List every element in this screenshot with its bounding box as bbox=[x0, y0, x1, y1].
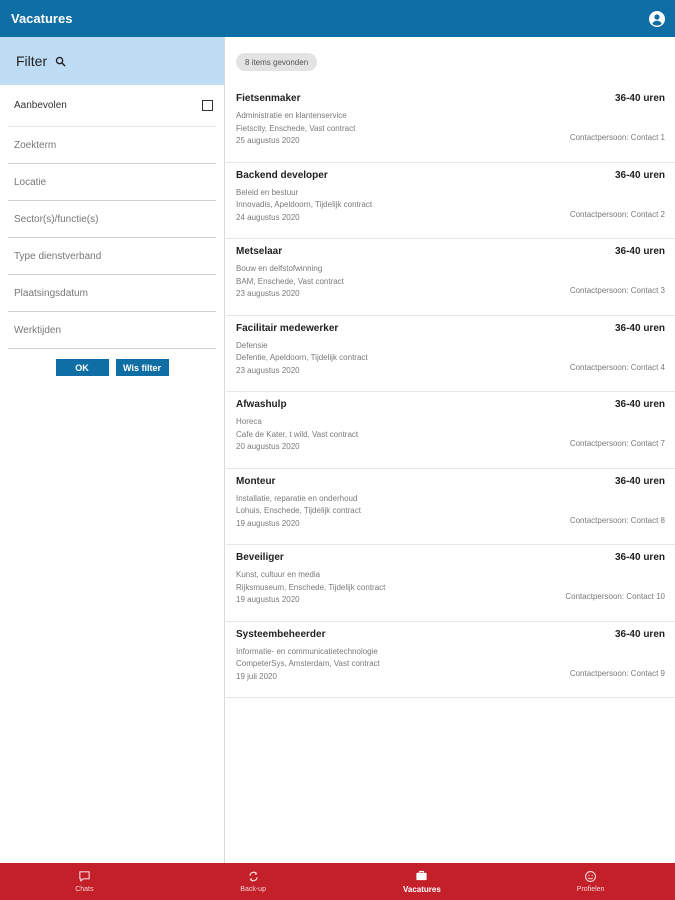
vacancy-hours: 36-40 uren bbox=[614, 552, 665, 563]
search-icon bbox=[55, 56, 66, 67]
tab-bar: Chats Back-up Vacatures Profielen bbox=[0, 863, 675, 900]
placement-date-placeholder: Plaatsingsdatum bbox=[14, 287, 88, 299]
tab-profielen[interactable]: Profielen bbox=[506, 863, 675, 900]
vacancy-title: Fietsenmaker bbox=[236, 93, 301, 104]
vacancy-hours: 36-40 uren bbox=[614, 169, 665, 181]
vacancy-contact: Contactpersoon: Contact 4 bbox=[569, 362, 665, 372]
smiley-icon bbox=[585, 871, 597, 882]
vacancy-hours: 36-40 uren bbox=[614, 628, 665, 640]
vacancy-item[interactable]: Metselaar 36-40 uren Bouw en delfstofwinn… bbox=[226, 239, 675, 316]
vacancy-sector: Beleid en bestuur bbox=[236, 187, 299, 197]
vacancy-title: Afwashulp bbox=[236, 399, 287, 410]
briefcase-icon bbox=[416, 870, 427, 881]
vacancy-contact: Contactpersoon: Contact 3 bbox=[569, 286, 665, 295]
vacancy-item[interactable]: Systeembeheerder 36-40 uren Informatie- e… bbox=[226, 622, 675, 698]
employment-type-placeholder: Type dienstverband bbox=[14, 250, 102, 262]
vacancy-item[interactable]: Fietsenmaker 36-40 uren Administratie en … bbox=[226, 86, 675, 163]
search-term-field[interactable]: Zoekterm bbox=[8, 127, 216, 164]
vacancy-item[interactable]: Facilitair medewerker 36-40 uren Defensie… bbox=[226, 316, 675, 392]
ok-button[interactable]: OK bbox=[55, 359, 109, 376]
working-hours-placeholder: Werktijden bbox=[14, 324, 62, 336]
sector-placeholder: Sector(s)/functie(s) bbox=[14, 213, 99, 225]
tab-label: Chats bbox=[75, 886, 94, 893]
results-panel: 8 items gevonden Fietsenmaker 36-40 uren … bbox=[226, 37, 675, 863]
vacancy-item[interactable]: Afwashulp 36-40 uren Horeca Cafe de Kater… bbox=[226, 392, 675, 469]
vacancy-title: Beveiliger bbox=[236, 552, 284, 563]
vacancy-item[interactable]: Monteur 36-40 uren Installatie, reparatie… bbox=[226, 469, 675, 545]
filter-header[interactable]: Filter bbox=[0, 37, 224, 85]
location-placeholder: Locatie bbox=[14, 176, 47, 188]
vacancy-contact: Contactpersoon: Contact 7 bbox=[569, 439, 665, 448]
tab-label: Back-up bbox=[240, 886, 266, 893]
vacancy-title: Facilitair medewerker bbox=[236, 322, 339, 334]
filter-panel: Filter Aanbevolen Zoekterm Locatie Secto… bbox=[0, 37, 225, 863]
vacancy-contact: Contactpersoon: Contact 10 bbox=[565, 592, 665, 601]
vacancy-contact: Contactpersoon: Contact 2 bbox=[569, 209, 665, 219]
vacancy-sector: Kunst, cultuur en media bbox=[236, 570, 321, 579]
vacancy-contact: Contactpersoon: Contact 8 bbox=[569, 515, 665, 525]
vacancy-contact: Contactpersoon: Contact 9 bbox=[569, 668, 665, 678]
search-term-placeholder: Zoekterm bbox=[14, 139, 57, 151]
vacancy-list: Fietsenmaker 36-40 uren Administratie en … bbox=[226, 86, 675, 698]
vacancy-sector: Informatie- en communicatietechnologie bbox=[236, 646, 378, 656]
tab-label: Vacatures bbox=[402, 885, 441, 894]
sync-icon bbox=[248, 871, 258, 882]
location-field[interactable]: Locatie bbox=[8, 164, 216, 201]
vacancy-hours: 36-40 uren bbox=[614, 475, 665, 487]
tab-chats[interactable]: Chats bbox=[0, 863, 169, 900]
filter-buttons: OK Wis filter bbox=[0, 359, 224, 376]
filter-title: Filter bbox=[16, 53, 48, 69]
vacancy-item[interactable]: Backend developer 36-40 uren Beleid en be… bbox=[226, 163, 675, 239]
tab-vacatures[interactable]: Vacatures bbox=[338, 863, 507, 900]
tab-backup[interactable]: Back-up bbox=[169, 863, 338, 900]
vacancy-sector: Horeca bbox=[236, 417, 262, 426]
user-circle-icon[interactable] bbox=[649, 10, 665, 27]
vacancy-contact: Contactpersoon: Contact 1 bbox=[569, 133, 665, 142]
vacancy-title: Monteur bbox=[236, 475, 276, 487]
vacancy-hours: 36-40 uren bbox=[614, 246, 665, 257]
sector-field[interactable]: Sector(s)/functie(s) bbox=[8, 201, 216, 238]
vacancy-title: Metselaar bbox=[236, 246, 283, 257]
vacancy-sector: Installatie, reparatie en onderhoud bbox=[236, 493, 358, 503]
placement-date-field[interactable]: Plaatsingsdatum bbox=[8, 275, 216, 312]
clear-filter-button[interactable]: Wis filter bbox=[115, 359, 169, 376]
vacancy-hours: 36-40 uren bbox=[614, 322, 665, 334]
recommended-label: Aanbevolen bbox=[14, 100, 67, 111]
working-hours-field[interactable]: Werktijden bbox=[8, 312, 216, 349]
chat-icon bbox=[79, 871, 90, 882]
vacancy-sector: Administratie en klantenservice bbox=[236, 111, 347, 120]
vacancy-item[interactable]: Beveiliger 36-40 uren Kunst, cultuur en m… bbox=[226, 545, 675, 622]
vacancy-hours: 36-40 uren bbox=[614, 93, 665, 104]
employment-type-field[interactable]: Type dienstverband bbox=[8, 238, 216, 275]
vacancy-sector: Bouw en delfstofwinning bbox=[236, 264, 323, 273]
recommended-checkbox[interactable] bbox=[202, 100, 213, 111]
vacancy-hours: 36-40 uren bbox=[614, 399, 665, 410]
vacancy-sector: Defensie bbox=[236, 340, 268, 350]
vacancy-title: Backend developer bbox=[236, 169, 328, 181]
recommended-row[interactable]: Aanbevolen bbox=[8, 85, 216, 127]
vacancy-title: Systeembeheerder bbox=[236, 628, 326, 640]
results-count-badge: 8 items gevonden bbox=[236, 53, 318, 71]
tab-label: Profielen bbox=[576, 886, 605, 893]
app-header: Vacatures bbox=[0, 0, 675, 37]
page-title: Vacatures bbox=[11, 11, 73, 26]
